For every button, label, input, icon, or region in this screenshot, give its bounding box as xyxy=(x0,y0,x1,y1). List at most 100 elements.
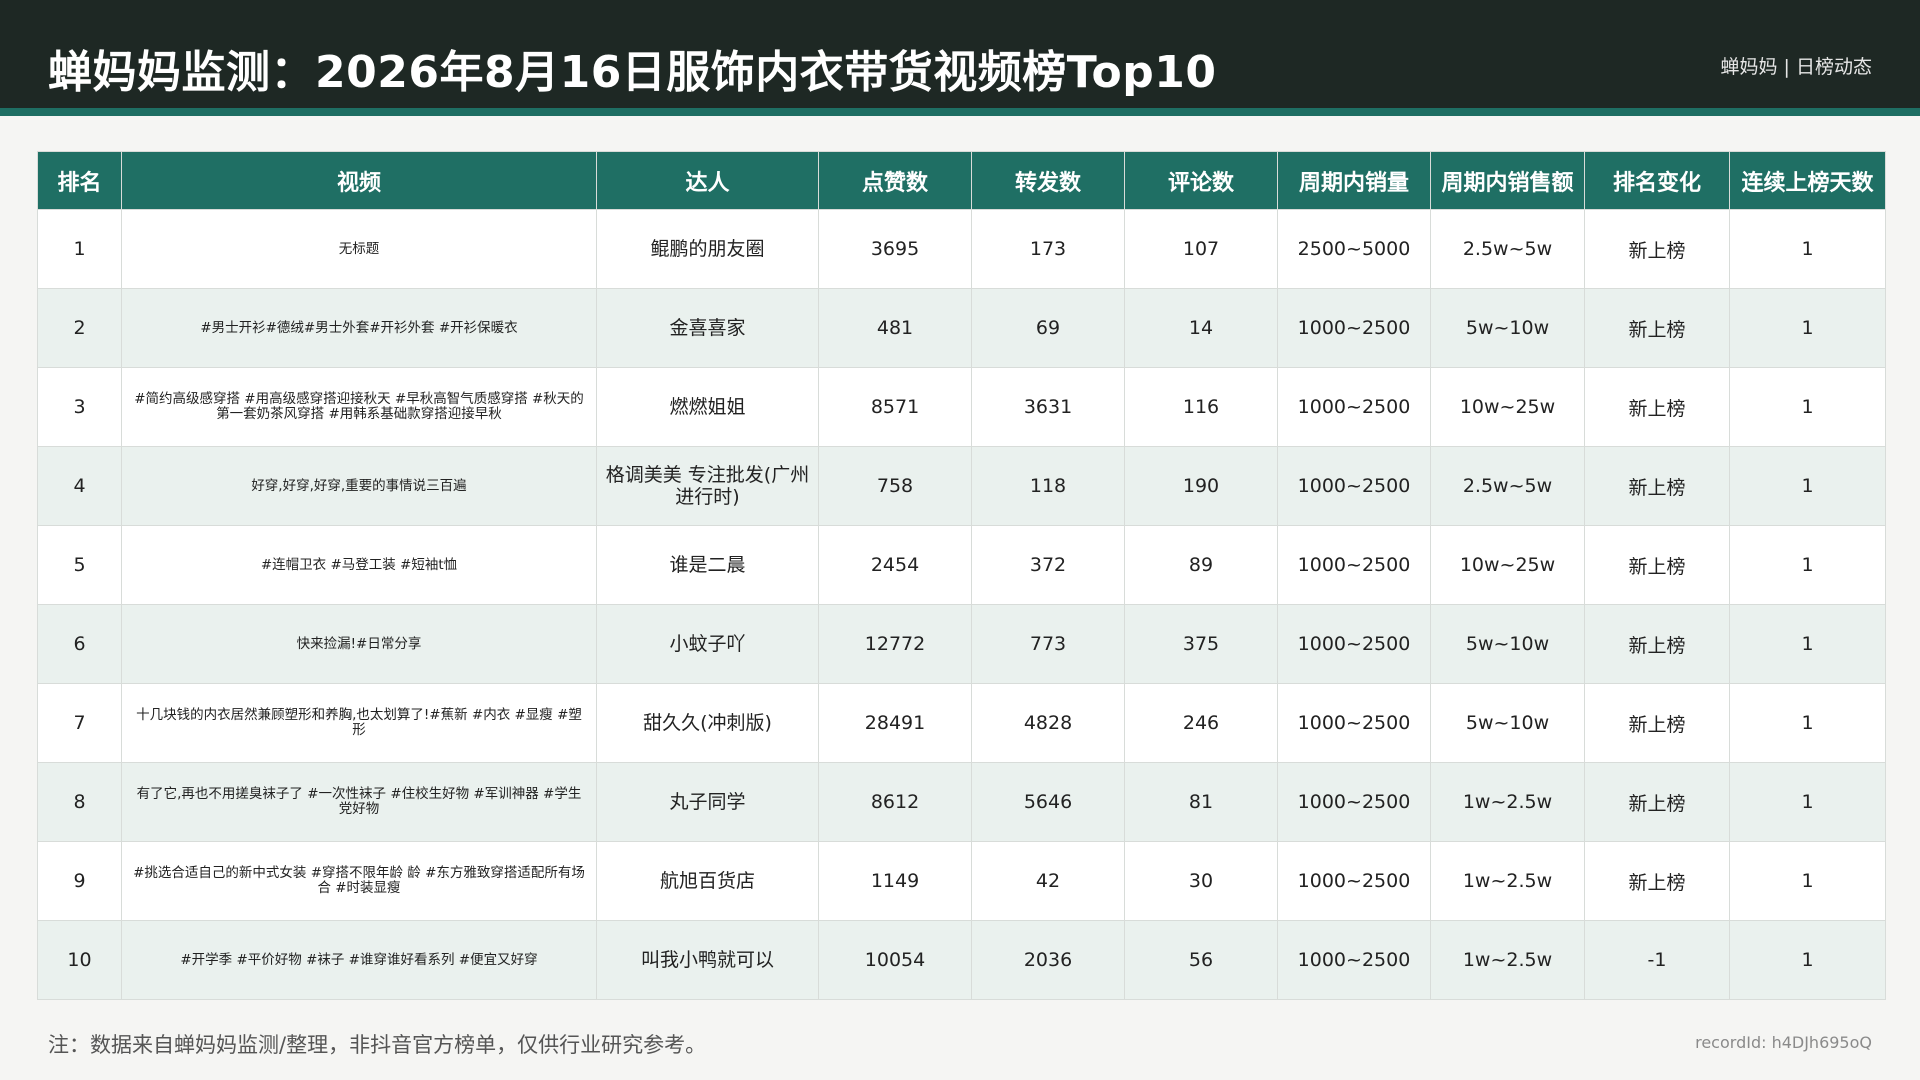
cell-likes: 2454 xyxy=(818,525,972,605)
cell-likes: 1149 xyxy=(818,841,972,921)
cell-days-on-list: 1 xyxy=(1729,762,1886,842)
cell-rank-change: 新上榜 xyxy=(1584,841,1730,921)
cell-rank-change: 新上榜 xyxy=(1584,367,1730,447)
cell-rank: 3 xyxy=(37,367,122,447)
column-header-likes[interactable]: 点赞数 xyxy=(818,151,972,210)
cell-video-title[interactable]: #挑选合适自己的新中式女装 #穿搭不限年龄 龄 #东方雅致穿搭适配所有场合 #时… xyxy=(121,841,597,921)
cell-shares: 2036 xyxy=(971,920,1125,1000)
cell-days-on-list: 1 xyxy=(1729,525,1886,605)
cell-sales-amount: 5w~10w xyxy=(1430,288,1585,368)
cell-days-on-list: 1 xyxy=(1729,683,1886,763)
cell-sales-volume: 1000~2500 xyxy=(1277,920,1431,1000)
cell-video-title[interactable]: 无标题 xyxy=(121,209,597,289)
cell-sales-amount: 10w~25w xyxy=(1430,367,1585,447)
ranking-table: 排名 视频 达人 点赞数 转发数 评论数 周期内销量 周期内销售额 排名变化 连… xyxy=(37,151,1886,1000)
record-id: recordId: h4DJh695oQ xyxy=(1695,1033,1872,1052)
cell-rank-change: 新上榜 xyxy=(1584,446,1730,526)
cell-days-on-list: 1 xyxy=(1729,288,1886,368)
cell-rank-change: 新上榜 xyxy=(1584,288,1730,368)
cell-shares: 3631 xyxy=(971,367,1125,447)
cell-comments: 116 xyxy=(1124,367,1278,447)
cell-shares: 173 xyxy=(971,209,1125,289)
cell-rank: 8 xyxy=(37,762,122,842)
cell-video-title[interactable]: #男士开衫#德绒#男士外套#开衫外套 #开衫保暖衣 xyxy=(121,288,597,368)
cell-likes: 12772 xyxy=(818,604,972,684)
cell-comments: 56 xyxy=(1124,920,1278,1000)
cell-sales-amount: 5w~10w xyxy=(1430,604,1585,684)
cell-author[interactable]: 丸子同学 xyxy=(596,762,819,842)
column-header-comments[interactable]: 评论数 xyxy=(1124,151,1278,210)
cell-sales-volume: 1000~2500 xyxy=(1277,762,1431,842)
cell-video-title[interactable]: 快来捡漏!#日常分享 xyxy=(121,604,597,684)
column-header-rank[interactable]: 排名 xyxy=(37,151,122,210)
cell-sales-volume: 2500~5000 xyxy=(1277,209,1431,289)
table-row[interactable]: 3 #简约高级感穿搭 #用高级感穿搭迎接秋天 #早秋高智气质感穿搭 #秋天的第一套… xyxy=(37,367,1886,447)
cell-likes: 28491 xyxy=(818,683,972,763)
cell-author[interactable]: 叫我小鸭就可以 xyxy=(596,920,819,1000)
cell-author[interactable]: 甜久久(冲刺版) xyxy=(596,683,819,763)
footer-note: 注：数据来自蝉妈妈监测/整理，非抖音官方榜单，仅供行业研究参考。 xyxy=(48,1033,707,1057)
cell-rank-change: 新上榜 xyxy=(1584,683,1730,763)
cell-rank-change: 新上榜 xyxy=(1584,762,1730,842)
cell-rank-change: 新上榜 xyxy=(1584,604,1730,684)
brand-label: 蝉妈妈 | 日榜动态 xyxy=(1720,56,1872,78)
cell-likes: 481 xyxy=(818,288,972,368)
cell-days-on-list: 1 xyxy=(1729,841,1886,921)
column-header-shares[interactable]: 转发数 xyxy=(971,151,1125,210)
cell-shares: 69 xyxy=(971,288,1125,368)
cell-days-on-list: 1 xyxy=(1729,446,1886,526)
ranking-table-container: 排名 视频 达人 点赞数 转发数 评论数 周期内销量 周期内销售额 排名变化 连… xyxy=(37,151,1886,1000)
cell-rank-change: 新上榜 xyxy=(1584,525,1730,605)
cell-author[interactable]: 燃燃姐姐 xyxy=(596,367,819,447)
cell-shares: 4828 xyxy=(971,683,1125,763)
cell-author[interactable]: 鲲鹏的朋友圈 xyxy=(596,209,819,289)
cell-shares: 773 xyxy=(971,604,1125,684)
cell-author[interactable]: 格调美美 专注批发(广州进行时) xyxy=(596,446,819,526)
cell-sales-amount: 2.5w~5w xyxy=(1430,446,1585,526)
table-row[interactable]: 5 #连帽卫衣 #马登工装 #短袖t恤 谁是二晨 2454 372 89 1000~2500… xyxy=(37,525,1886,605)
cell-author[interactable]: 金喜喜家 xyxy=(596,288,819,368)
column-header-rank-change[interactable]: 排名变化 xyxy=(1584,151,1730,210)
column-header-video[interactable]: 视频 xyxy=(121,151,597,210)
table-row[interactable]: 7 十几块钱的内衣居然兼顾塑形和养胸,也太划算了!#蕉新 #内衣 #显瘦 #塑形甜… xyxy=(37,683,1886,763)
table-header-row: 排名 视频 达人 点赞数 转发数 评论数 周期内销量 周期内销售额 排名变化 连… xyxy=(37,151,1886,210)
cell-shares: 372 xyxy=(971,525,1125,605)
cell-likes: 3695 xyxy=(818,209,972,289)
cell-shares: 5646 xyxy=(971,762,1125,842)
column-header-days[interactable]: 连续上榜天数 xyxy=(1729,151,1886,210)
cell-sales-volume: 1000~2500 xyxy=(1277,841,1431,921)
table-row[interactable]: 6 快来捡漏!#日常分享 小蚊子吖 12772 773 375 1000~2500 5w~10… xyxy=(37,604,1886,684)
cell-rank: 9 xyxy=(37,841,122,921)
cell-comments: 89 xyxy=(1124,525,1278,605)
table-row[interactable]: 4 好穿,好穿,好穿,重要的事情说三百遍 格调美美 专注批发(广州进行时) 758 11… xyxy=(37,446,1886,526)
cell-author[interactable]: 航旭百货店 xyxy=(596,841,819,921)
cell-video-title[interactable]: #连帽卫衣 #马登工装 #短袖t恤 xyxy=(121,525,597,605)
cell-video-title[interactable]: #简约高级感穿搭 #用高级感穿搭迎接秋天 #早秋高智气质感穿搭 #秋天的第一套奶… xyxy=(121,367,597,447)
cell-video-title[interactable]: #开学季 #平价好物 #袜子 #谁穿谁好看系列 #便宜又好穿 xyxy=(121,920,597,1000)
cell-video-title[interactable]: 十几块钱的内衣居然兼顾塑形和养胸,也太划算了!#蕉新 #内衣 #显瘦 #塑形 xyxy=(121,683,597,763)
cell-comments: 246 xyxy=(1124,683,1278,763)
cell-rank: 6 xyxy=(37,604,122,684)
cell-sales-amount: 1w~2.5w xyxy=(1430,841,1585,921)
page-header: 蝉妈妈监测：2026年8月16日服饰内衣带货视频榜Top10 蝉妈妈 | 日榜动… xyxy=(0,0,1920,116)
cell-rank: 7 xyxy=(37,683,122,763)
cell-sales-amount: 5w~10w xyxy=(1430,683,1585,763)
cell-video-title[interactable]: 好穿,好穿,好穿,重要的事情说三百遍 xyxy=(121,446,597,526)
column-header-sales-amount[interactable]: 周期内销售额 xyxy=(1430,151,1585,210)
cell-comments: 107 xyxy=(1124,209,1278,289)
table-row[interactable]: 8 有了它,再也不用搓臭袜子了 #一次性袜子 #住校生好物 #军训神器 #学生党好… xyxy=(37,762,1886,842)
cell-shares: 42 xyxy=(971,841,1125,921)
column-header-sales-volume[interactable]: 周期内销量 xyxy=(1277,151,1431,210)
cell-sales-volume: 1000~2500 xyxy=(1277,288,1431,368)
table-row[interactable]: 2 #男士开衫#德绒#男士外套#开衫外套 #开衫保暖衣 金喜喜家 481 69 14 100… xyxy=(37,288,1886,368)
cell-comments: 81 xyxy=(1124,762,1278,842)
cell-likes: 758 xyxy=(818,446,972,526)
cell-author[interactable]: 小蚊子吖 xyxy=(596,604,819,684)
table-row[interactable]: 9 #挑选合适自己的新中式女装 #穿搭不限年龄 龄 #东方雅致穿搭适配所有场合 #… xyxy=(37,841,1886,921)
column-header-author[interactable]: 达人 xyxy=(596,151,819,210)
table-row[interactable]: 1 无标题 鲲鹏的朋友圈 3695 173 107 2500~5000 2.5w~5w 新上榜 1 xyxy=(37,209,1886,289)
cell-video-title[interactable]: 有了它,再也不用搓臭袜子了 #一次性袜子 #住校生好物 #军训神器 #学生党好物 xyxy=(121,762,597,842)
table-body: 1 无标题 鲲鹏的朋友圈 3695 173 107 2500~5000 2.5w~5w 新上榜 1… xyxy=(37,209,1886,1000)
cell-author[interactable]: 谁是二晨 xyxy=(596,525,819,605)
table-row[interactable]: 10 #开学季 #平价好物 #袜子 #谁穿谁好看系列 #便宜又好穿 叫我小鸭就可以 1… xyxy=(37,920,1886,1000)
